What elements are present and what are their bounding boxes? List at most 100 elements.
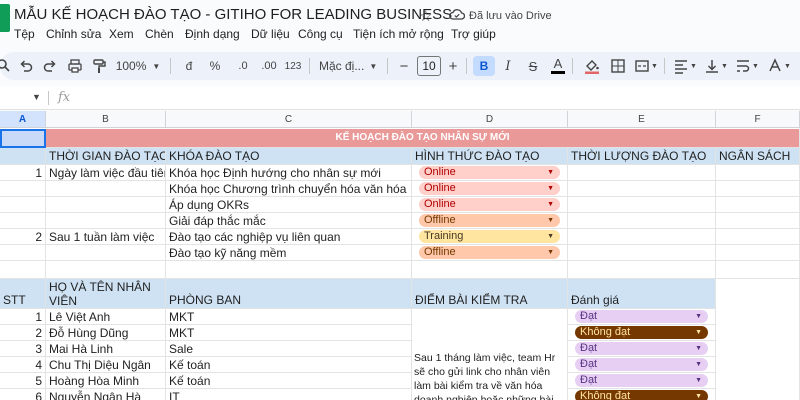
format-chip[interactable]: Online ▼ — [419, 182, 560, 195]
staff-header-name[interactable]: HỌ VÀ TÊN NHÂN VIÊN — [46, 279, 166, 309]
empty-cell[interactable] — [716, 279, 800, 400]
sheet-grid[interactable]: A B C D E F KẾ HOẠCH ĐÀO TẠO NHÂN SỰ MỚI… — [0, 111, 800, 400]
plan-time[interactable] — [46, 245, 166, 261]
merge-cells-icon[interactable]: ▼ — [634, 56, 658, 76]
print-icon[interactable] — [66, 56, 84, 76]
font-size-input[interactable]: 10 — [417, 56, 441, 76]
staff-name[interactable]: Hoàng Hòa Minh — [46, 373, 166, 389]
plan-header-format[interactable]: HÌNH THỨC ĐÀO TẠO — [412, 148, 568, 165]
plan-course[interactable]: Đào tạo các nghiệp vụ liên quan — [166, 229, 412, 245]
empty-cell[interactable] — [568, 261, 716, 279]
staff-name[interactable]: Nguyễn Ngân Hà — [46, 389, 166, 400]
staff-name[interactable]: Lê Việt Anh — [46, 309, 166, 325]
empty-cell[interactable] — [412, 261, 568, 279]
decrease-decimal-button[interactable]: .0 — [232, 56, 254, 76]
empty-cell[interactable] — [0, 261, 46, 279]
strikethrough-button[interactable]: S — [526, 56, 540, 76]
star-icon[interactable]: ☆ — [419, 7, 432, 25]
fill-color-icon[interactable] — [583, 56, 601, 76]
staff-dept[interactable]: MKT — [166, 325, 412, 341]
menu-extensions[interactable]: Tiện ích mở rộng — [353, 27, 444, 41]
plan-course[interactable]: Khóa học Định hướng cho nhân sự mới — [166, 165, 412, 181]
text-color-button[interactable]: A — [551, 56, 565, 74]
font-family-select[interactable]: Mặc đị... ▼ — [319, 56, 379, 76]
plan-duration[interactable] — [568, 213, 716, 229]
staff-stt[interactable]: 3 — [0, 341, 46, 357]
percent-format-button[interactable]: % — [207, 56, 223, 76]
plan-duration[interactable] — [568, 181, 716, 197]
format-chip[interactable]: Online ▼ — [419, 198, 560, 211]
decrease-font-size-button[interactable]: − — [397, 56, 411, 76]
currency-format-button[interactable]: đ — [182, 56, 196, 76]
plan-budget[interactable] — [716, 181, 800, 197]
cloud-saved-icon[interactable] — [449, 9, 465, 20]
staff-stt[interactable]: 4 — [0, 357, 46, 373]
column-header-a[interactable]: A — [0, 111, 46, 128]
plan-title-band[interactable]: KẾ HOẠCH ĐÀO TẠO NHÂN SỰ MỚI — [46, 129, 800, 148]
plan-time[interactable]: Sau 1 tuần làm việc — [46, 229, 166, 245]
plan-budget[interactable] — [716, 197, 800, 213]
column-header-d[interactable]: D — [412, 111, 568, 128]
staff-dept[interactable]: Sale — [166, 341, 412, 357]
eval-chip[interactable]: Không đạt ▼ — [575, 390, 708, 400]
staff-dept[interactable]: Kế toán — [166, 357, 412, 373]
paint-format-icon[interactable] — [90, 56, 108, 76]
staff-header-dept[interactable]: PHÒNG BAN — [166, 279, 412, 309]
search-menus-icon[interactable] — [0, 56, 12, 76]
plan-stt[interactable]: 1 — [0, 165, 46, 181]
menu-help[interactable]: Trợ giúp — [451, 27, 496, 41]
plan-budget[interactable] — [716, 245, 800, 261]
plan-course[interactable]: Giải đáp thắc mắc — [166, 213, 412, 229]
column-header-c[interactable]: C — [166, 111, 412, 128]
bold-button[interactable]: B — [473, 56, 495, 76]
eval-chip[interactable]: Đạt ▼ — [575, 374, 708, 387]
staff-name[interactable]: Đỗ Hùng Dũng — [46, 325, 166, 341]
plan-header-duration[interactable]: THỜI LƯỢNG ĐÀO TẠO — [568, 148, 716, 165]
column-header-b[interactable]: B — [46, 111, 166, 128]
staff-stt[interactable]: 2 — [0, 325, 46, 341]
plan-course[interactable]: Đào tạo kỹ năng mềm — [166, 245, 412, 261]
staff-header-score[interactable]: ĐIỂM BÀI KIỂM TRA — [412, 279, 568, 309]
selected-cell-a[interactable] — [0, 129, 46, 148]
document-title[interactable]: MẪU KẾ HOẠCH ĐÀO TẠO - GITIHO FOR LEADIN… — [14, 6, 452, 23]
plan-stt[interactable] — [0, 181, 46, 197]
eval-chip[interactable]: Đạt ▼ — [575, 310, 708, 323]
plan-budget[interactable] — [716, 213, 800, 229]
horizontal-align-icon[interactable]: ▼ — [672, 56, 698, 76]
format-chip[interactable]: Offline ▼ — [419, 246, 560, 259]
empty-cell[interactable] — [716, 261, 800, 279]
menu-file[interactable]: Tệp — [14, 27, 35, 41]
name-box-dropdown-icon[interactable]: ▼ — [32, 92, 41, 102]
text-rotation-icon[interactable]: ▼ — [766, 56, 792, 76]
staff-stt[interactable]: 5 — [0, 373, 46, 389]
eval-chip[interactable]: Đạt ▼ — [575, 342, 708, 355]
plan-duration[interactable] — [568, 197, 716, 213]
eval-chip[interactable]: Không đạt ▼ — [575, 326, 708, 339]
empty-cell[interactable] — [166, 261, 412, 279]
undo-icon[interactable] — [17, 56, 35, 76]
plan-time[interactable] — [46, 213, 166, 229]
plan-stt[interactable] — [0, 213, 46, 229]
staff-stt[interactable]: 6 — [0, 389, 46, 400]
plan-budget[interactable] — [716, 165, 800, 181]
format-chip[interactable]: Training ▼ — [419, 230, 560, 243]
plan-stt[interactable]: 2 — [0, 229, 46, 245]
more-formats-button[interactable]: 123 — [284, 56, 302, 76]
plan-time[interactable]: Ngày làm việc đầu tiên — [46, 165, 166, 181]
plan-header-cell[interactable] — [0, 148, 46, 165]
menu-data[interactable]: Dữ liệu — [251, 27, 290, 41]
staff-header-stt[interactable]: STT — [0, 279, 46, 309]
menu-view[interactable]: Xem — [109, 27, 134, 41]
redo-icon[interactable] — [41, 56, 59, 76]
format-chip[interactable]: Offline ▼ — [419, 214, 560, 227]
empty-cell[interactable] — [46, 261, 166, 279]
plan-header-course[interactable]: KHÓA ĐÀO TẠO — [166, 148, 412, 165]
increase-decimal-button[interactable]: .00 — [258, 56, 280, 76]
plan-duration[interactable] — [568, 245, 716, 261]
staff-dept[interactable]: Kế toán — [166, 373, 412, 389]
plan-duration[interactable] — [568, 165, 716, 181]
italic-button[interactable]: I — [501, 56, 515, 76]
plan-course[interactable]: Khóa học Chương trình chuyển hóa văn hóa — [166, 181, 412, 197]
staff-dept[interactable]: MKT — [166, 309, 412, 325]
menu-edit[interactable]: Chỉnh sửa — [46, 27, 101, 41]
